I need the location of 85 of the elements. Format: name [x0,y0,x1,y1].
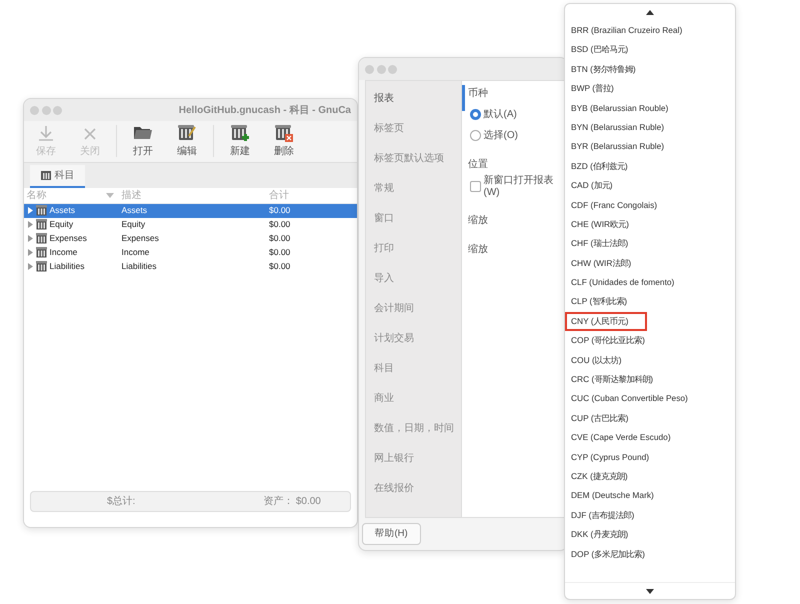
section-label: 位置 [468,158,489,172]
currency-option[interactable]: DOP (多米尼加比索) [565,544,735,564]
currency-option[interactable]: CUC (Cuban Convertible Peso) [565,389,735,409]
currency-option[interactable]: CVE (Cape Verde Escudo) [565,428,735,448]
currency-option[interactable]: DKK (丹麦克朗) [565,525,735,545]
new-button[interactable]: 新建 [218,124,262,159]
account-name: Liabilities [50,260,84,273]
delete-button[interactable]: 删除 [262,124,306,159]
currency-option[interactable]: CHF (瑞士法郎) [565,234,735,254]
edit-button[interactable]: 编辑 [165,124,209,159]
section-label: 币种 [468,86,489,100]
account-name: Equity [50,218,74,231]
checkbox-label[interactable]: 新窗口打开报表(W) [484,174,567,198]
account-description: Assets [120,204,148,217]
download-icon [36,124,56,142]
currency-option[interactable]: CYP (Cyprus Pound) [565,448,735,467]
currency-option[interactable]: DJF (吉布提法郎) [565,506,735,526]
expander-icon[interactable] [26,263,34,270]
currency-option[interactable]: CLF (Unidades de fomento) [565,273,735,292]
radio-label[interactable]: 选择(O) [484,128,518,142]
ledger-icon [36,247,47,258]
ledger-delete-icon [274,124,294,142]
summary-label: $总计: [107,494,136,509]
summary-value: $0.00 [296,495,321,509]
expander-icon[interactable] [26,249,34,256]
radio-button[interactable] [470,108,481,120]
currency-option[interactable]: BTN (努尔特鲁姆) [565,60,735,80]
ledger-icon [36,219,47,230]
currency-option[interactable]: DEM (Deutsche Mark) [565,486,735,506]
expander-icon[interactable] [26,221,34,228]
currency-option[interactable]: CHE (WIR欧元) [565,214,735,234]
currency-option[interactable]: CZK (捷克克朗) [565,466,735,486]
ledger-icon [36,233,47,244]
currency-option[interactable]: BRR (Brazilian Cruzeiro Real) [565,21,735,40]
currency-option[interactable]: CDF (Franc Congolais) [565,196,735,215]
currency-option[interactable]: CHW (WIR法郎) [565,254,735,274]
ledger-add-icon [230,124,250,142]
ledger-icon [36,261,47,272]
currency-option[interactable]: CRC (哥斯达黎加科朗) [565,370,735,390]
section-label: 缩放 [468,214,489,228]
account-row[interactable]: Assets Assets $0.00 [24,204,357,218]
ledger-icon [40,169,52,181]
account-name: Assets [50,204,76,217]
sort-icon[interactable] [106,192,114,198]
summary-label: 资产： [263,494,294,509]
folder-icon [134,126,152,138]
currency-option[interactable]: CAD (加元) [565,176,735,196]
radio-label[interactable]: 默认(A) [484,106,517,122]
account-total: $0.00 [269,260,292,273]
currency-option[interactable]: COU (以太坊) [565,350,735,370]
checkbox[interactable] [470,181,481,192]
expander-icon[interactable] [26,235,34,242]
scroll-down-icon[interactable] [646,588,654,594]
account-total: $0.00 [269,204,292,217]
sidebar-item[interactable]: 报表 [366,84,461,114]
account-row[interactable]: Equity Equity $0.00 [24,218,357,232]
account-description: Liabilities [120,260,158,273]
currency-option[interactable]: CLP (智利比索) [565,292,735,312]
account-description: Equity [120,218,146,231]
section-label: 缩放 [468,242,489,256]
account-description: Income [120,246,150,259]
radio-button[interactable] [470,130,481,140]
account-description: Expenses [120,232,160,245]
currency-option[interactable]: BSD (巴哈马元) [565,40,735,60]
currency-option[interactable]: BYB (Belarussian Rouble) [565,98,735,118]
help-button[interactable]: 帮助(H) [362,522,421,545]
currency-option[interactable]: COP (哥伦比亚比索) [565,331,735,351]
scroll-up-icon[interactable] [646,10,654,15]
currency-option[interactable]: CNY (人民币元) [565,312,647,332]
accounts-tab[interactable]: 科目 [30,164,84,188]
account-name: Income [50,246,78,259]
currency-option[interactable]: BYR (Belarussian Ruble) [565,137,735,157]
currency-option[interactable]: BZD (伯利兹元) [565,156,735,176]
account-name: Expenses [50,232,87,245]
account-total: $0.00 [269,218,292,231]
ledger-icon [36,205,47,216]
currency-option[interactable]: CUP (古巴比索) [565,408,735,428]
open-button[interactable]: 打开 [121,124,165,159]
account-total: $0.00 [269,232,292,245]
ledger-edit-icon [177,124,197,142]
currency-option[interactable]: BYN (Belarussian Ruble) [565,118,735,138]
currency-option[interactable]: BWP (普拉) [565,79,735,99]
expander-icon[interactable] [26,207,34,214]
window-title: HelloGitHub.gnucash - 科目 - GnuCa [178,104,351,118]
account-total: $0.00 [269,246,292,259]
